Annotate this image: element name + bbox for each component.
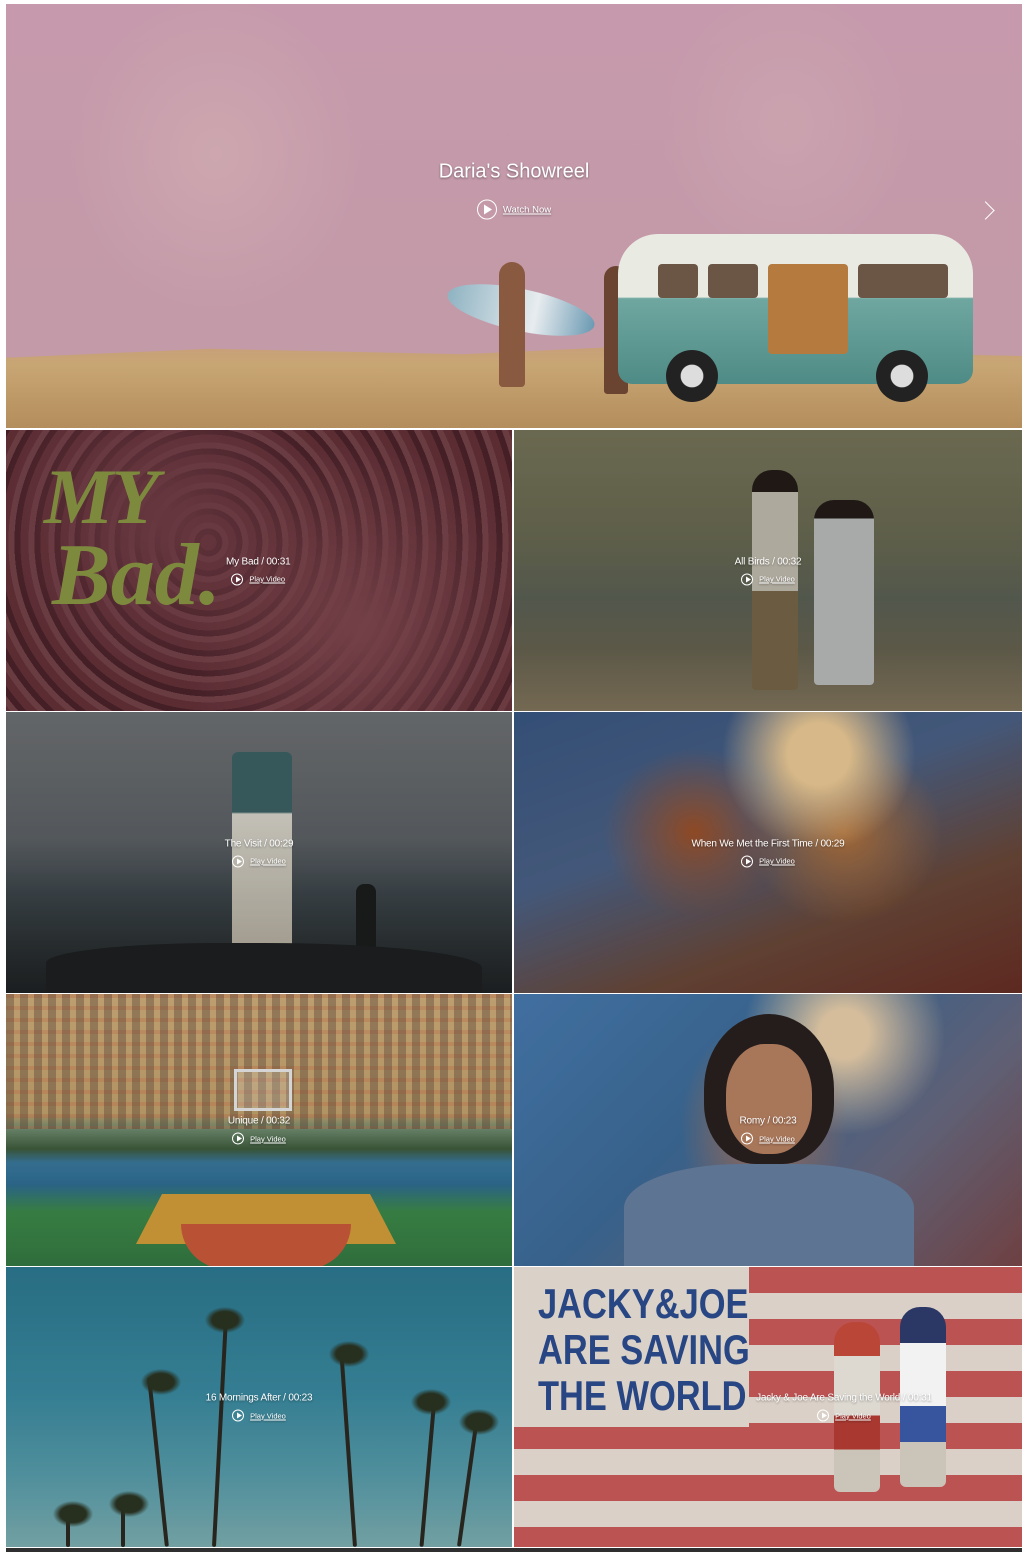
showreel-page: Daria's Showreel Watch Now MY Bad. My Ba… — [6, 4, 1022, 1552]
tile-title: All Birds / 00:32 — [734, 556, 802, 567]
tile-title: 16 Mornings After / 00:23 — [205, 1392, 313, 1404]
video-tile-the-visit[interactable]: The Visit / 00:29 Play Video — [6, 712, 512, 993]
watch-now-link[interactable]: Watch Now — [476, 199, 552, 220]
play-video-label: Play Video — [250, 856, 286, 866]
tile-caption: Romy / 00:23 Play Video — [514, 1116, 1022, 1145]
tile-caption: Unique / 00:32 Play Video — [6, 1116, 512, 1145]
play-circle-icon — [741, 1132, 754, 1145]
tile-caption: Jacky & Joe Are Saving the World / 00:31… — [684, 1393, 1004, 1422]
play-video-link[interactable]: Play Video — [232, 1409, 286, 1422]
watch-now-label: Watch Now — [502, 204, 552, 215]
play-circle-icon — [232, 1132, 245, 1145]
bottom-bar — [6, 1548, 1022, 1552]
play-video-link[interactable]: Play Video — [741, 1132, 795, 1145]
play-video-link[interactable]: Play Video — [741, 855, 795, 867]
video-tile-romy[interactable]: Romy / 00:23 Play Video — [514, 994, 1022, 1266]
play-video-link[interactable]: Play Video — [741, 573, 795, 585]
play-video-label: Play Video — [250, 1411, 286, 1420]
play-circle-icon — [232, 855, 245, 867]
play-circle-icon — [741, 855, 754, 867]
video-tile-my-bad[interactable]: MY Bad. My Bad / 00:31 Play Video — [6, 430, 512, 711]
tile-title: Jacky & Joe Are Saving the World / 00:31 — [756, 1392, 932, 1404]
tile-title: Romy / 00:23 — [739, 1115, 797, 1127]
play-circle-icon — [817, 1409, 830, 1422]
play-video-label: Play Video — [759, 574, 795, 584]
play-video-link[interactable]: Play Video — [232, 855, 286, 867]
play-circle-icon — [232, 1409, 245, 1422]
play-video-label: Play Video — [835, 1411, 871, 1420]
play-video-label: Play Video — [759, 856, 795, 866]
video-tile-when-we-met[interactable]: When We Met the First Time / 00:29 Play … — [514, 712, 1022, 993]
play-video-link[interactable]: Play Video — [817, 1409, 871, 1422]
play-video-label: Play Video — [759, 1134, 795, 1143]
video-tile-16-mornings[interactable]: 16 Mornings After / 00:23 Play Video — [6, 1267, 512, 1547]
tile-title: Unique / 00:32 — [227, 1115, 291, 1127]
tile-title: The Visit / 00:29 — [224, 838, 294, 849]
video-tile-jacky-and-joe[interactable]: JACKY&JOE ARE SAVING THE WORLD Jacky & J… — [514, 1267, 1022, 1547]
hero-banner[interactable]: Daria's Showreel Watch Now — [6, 4, 1022, 428]
play-circle-icon — [476, 199, 497, 220]
tile-caption: 16 Mornings After / 00:23 Play Video — [6, 1393, 512, 1422]
play-video-link[interactable]: Play Video — [231, 573, 285, 585]
van-graphic — [618, 234, 973, 402]
tile-caption: The Visit / 00:29 Play Video — [6, 838, 512, 867]
play-video-link[interactable]: Play Video — [232, 1132, 286, 1145]
tile-caption: When We Met the First Time / 00:29 Play … — [514, 838, 1022, 867]
tile-title: When We Met the First Time / 00:29 — [691, 838, 845, 849]
play-circle-icon — [231, 573, 244, 585]
hero-caption: Daria's Showreel Watch Now — [6, 161, 1022, 220]
surfer-figure — [499, 262, 525, 387]
tile-caption: My Bad / 00:31 Play Video — [226, 556, 291, 585]
tile-title: My Bad / 00:31 — [226, 556, 291, 567]
play-circle-icon — [741, 573, 754, 585]
video-tile-all-birds[interactable]: All Birds / 00:32 Play Video — [514, 430, 1022, 711]
play-video-label: Play Video — [250, 1134, 286, 1143]
tile-caption: All Birds / 00:32 Play Video — [514, 556, 1022, 585]
hero-title: Daria's Showreel — [438, 160, 590, 183]
video-tile-unique[interactable]: Unique / 00:32 Play Video — [6, 994, 512, 1266]
play-video-label: Play Video — [249, 574, 286, 584]
